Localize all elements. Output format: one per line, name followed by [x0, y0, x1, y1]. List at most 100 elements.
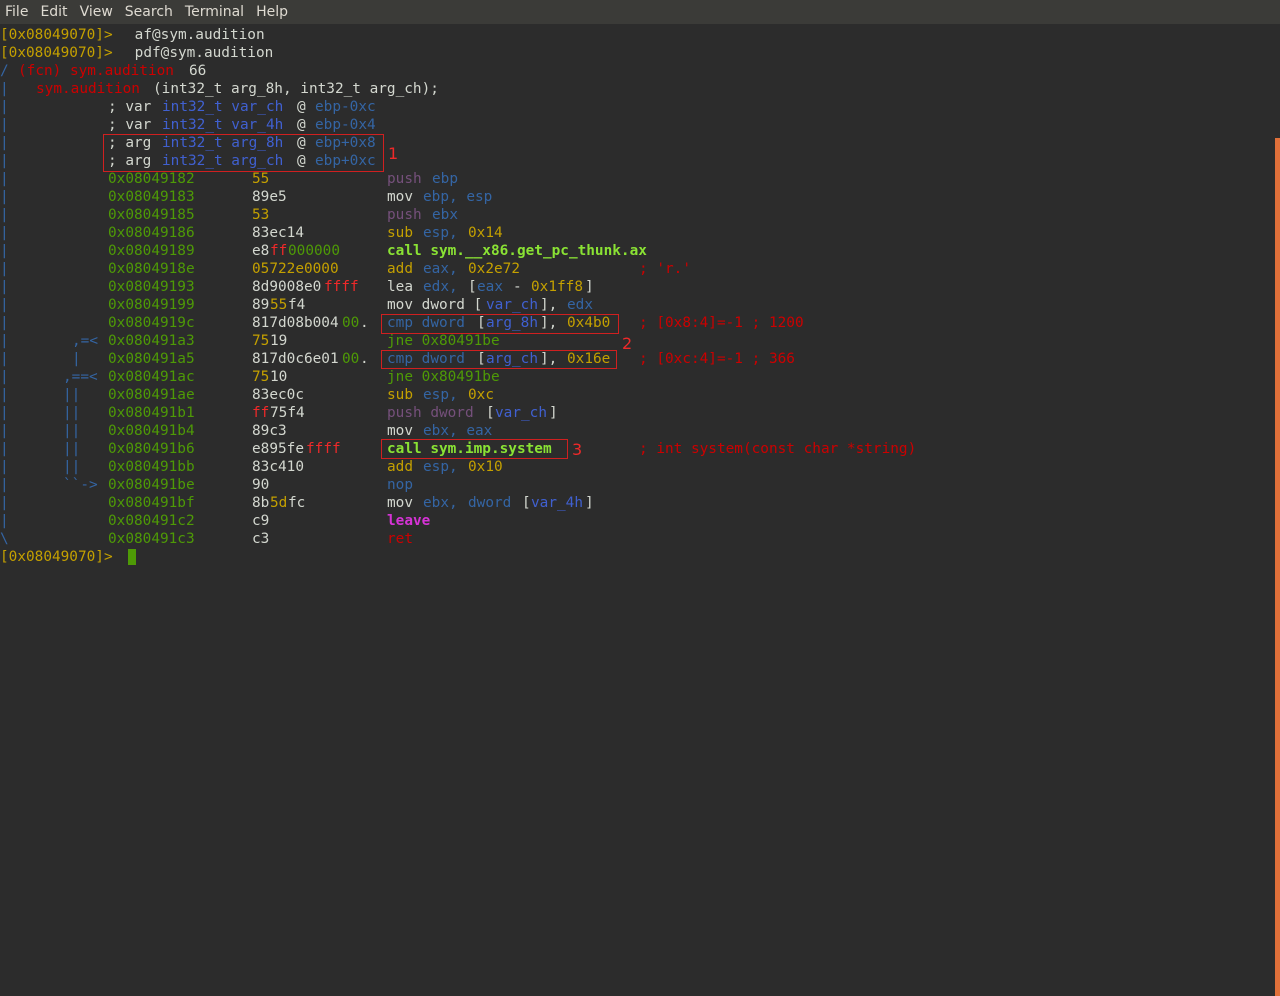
terminal-text-fg: 817d0c6e01 — [252, 351, 339, 367]
terminal-text-blue: eax, — [423, 261, 458, 277]
terminal-text-addr: 0x08049186 — [108, 225, 195, 241]
terminal-text-fg: 89c3 — [252, 423, 287, 439]
terminal-text-fg: mov dword [ — [387, 297, 483, 313]
terminal-line: | 0x0804919c 817d08b004 00. cmp dword[arg_8h… — [0, 314, 1274, 332]
terminal-text-bytes-00: 00 — [342, 351, 360, 367]
terminal-text-yellow: 53 — [252, 207, 270, 223]
terminal-text-bar: / — [0, 63, 9, 79]
menu-help[interactable]: Help — [250, 0, 294, 24]
terminal-text-comment: ; [0x8:4]=-1 ; 1200 — [639, 315, 804, 331]
terminal-text-bright-blue: int32_t var_4h — [162, 117, 284, 133]
terminal-text-fg: pdf@sym.audition — [126, 45, 274, 61]
terminal-text-bar: | — [0, 297, 9, 313]
terminal-line: [0x08049070]> pdf@sym.audition — [0, 44, 1274, 62]
terminal-text-blue: ebp — [432, 171, 458, 187]
terminal-text-blue: esp, — [423, 459, 458, 475]
terminal-text-yellow: 0xc — [468, 387, 494, 403]
terminal-text-bar: | — [0, 189, 9, 205]
terminal-text-bar: | — [0, 207, 9, 223]
terminal-text-addr: 0x080491bf — [108, 495, 195, 511]
terminal-text-addr: jne 0x80491be — [387, 333, 500, 349]
terminal-text-flow: || — [63, 405, 81, 421]
terminal-text-comment: ; [0xc:4]=-1 ; 366 — [639, 351, 795, 367]
menu-bar: File Edit View Search Terminal Help — [0, 0, 1280, 24]
terminal-text-bar: | — [0, 333, 9, 349]
menu-edit[interactable]: Edit — [34, 0, 73, 24]
terminal-text-fg: [ — [522, 495, 531, 511]
terminal-text-yellow: 0x10 — [468, 459, 503, 475]
menu-terminal[interactable]: Terminal — [179, 0, 250, 24]
terminal-text-fg: 66 — [189, 63, 207, 79]
terminal-text-bar: | — [0, 477, 9, 493]
terminal-text-bar: | — [0, 441, 9, 457]
terminal-line: | 0x080491bf 8b 5d fc mov ebx, dword [var_4h] — [0, 494, 1274, 512]
terminal-cursor — [128, 549, 136, 565]
terminal-text-flow: ``-> — [63, 477, 98, 493]
terminal-text-bar: | — [0, 135, 9, 151]
terminal-text-fg: ] — [549, 405, 558, 421]
terminal-text-addr: 0x080491c2 — [108, 513, 195, 529]
terminal-line: | 0x08049186 83ec14 sub esp, 0x14 — [0, 224, 1274, 242]
terminal-text-func: ret — [387, 531, 413, 547]
terminal-text-addr: 0x080491bb — [108, 459, 195, 475]
terminal-text-yellow: 75 — [252, 369, 270, 385]
terminal-text-bar: | — [0, 459, 9, 475]
terminal-line: | ``-> 0x080491be 90 nop — [0, 476, 1274, 494]
terminal-text-flow: ,=< — [72, 333, 98, 349]
terminal-text-prompt: [0x08049070]> — [0, 45, 113, 61]
terminal-text-fg: e8 — [252, 243, 270, 259]
terminal-text-addr: 0x08049193 — [108, 279, 195, 295]
terminal-text-yellow: 0x2e72 — [468, 261, 520, 277]
terminal-text-fg: c9 — [252, 513, 270, 529]
terminal-text-bytes-ff: ff — [252, 405, 270, 421]
annotation-box-3 — [381, 439, 568, 459]
terminal-line: | ; var int32_t var_4h @ ebp-0x4 — [0, 116, 1274, 134]
terminal-text-blue: nop — [387, 477, 413, 493]
terminal-text-bright-blue: var_ch — [486, 297, 538, 313]
terminal-text-bar: | — [0, 225, 9, 241]
terminal-text-blue: ebx, — [423, 495, 458, 511]
terminal-text-fg: [ — [486, 405, 495, 421]
terminal-text-addr: 0x080491b6 — [108, 441, 195, 457]
terminal-text-blue: eax — [477, 279, 503, 295]
menu-file[interactable]: File — [0, 0, 34, 24]
terminal-text-purple: push — [387, 207, 422, 223]
terminal-text-bytes-00: 000000 — [288, 243, 340, 259]
menu-search[interactable]: Search — [119, 0, 179, 24]
terminal-text-addr: 0x080491b4 — [108, 423, 195, 439]
terminal-text-bar: | — [0, 315, 9, 331]
terminal-text-yellow: 0x1ff8 — [531, 279, 583, 295]
terminal-text-flow: || — [63, 423, 81, 439]
scrollbar-thumb[interactable] — [1275, 138, 1280, 996]
terminal-text-addr: 0x0804918e — [108, 261, 195, 277]
terminal-text-yellow: 55 — [270, 297, 288, 313]
annotation-box-2b — [381, 350, 617, 369]
menu-view[interactable]: View — [74, 0, 119, 24]
terminal-text-fg: 8b — [252, 495, 270, 511]
terminal-line: | 0x08049185 53 push ebx — [0, 206, 1274, 224]
terminal-text-bar: | — [0, 405, 9, 421]
terminal-line: | || 0x080491ae 83ec0c sub esp, 0xc — [0, 386, 1274, 404]
terminal-text-blue: dword — [468, 495, 512, 511]
terminal-text-yellow: 55 — [252, 171, 270, 187]
terminal-text-bright-blue: int32_t var_ch — [162, 99, 284, 115]
terminal-line: | 0x080491c2 c9 leave — [0, 512, 1274, 530]
terminal-line: / (fcn) sym.audition 66 — [0, 62, 1274, 80]
terminal-text-fg: af@sym.audition — [126, 27, 265, 43]
terminal-text-bright-green: call sym.__x86.get_pc_thunk.ax — [387, 243, 647, 259]
terminal-text-addr: 0x080491a3 — [108, 333, 195, 349]
terminal-text-bright-blue: var_ch — [495, 405, 547, 421]
terminal-text-addr: 0x080491a5 — [108, 351, 195, 367]
terminal-text-bytes-ff: ffff — [324, 279, 359, 295]
terminal-text-bar: | — [0, 261, 9, 277]
terminal-line: [0x08049070]> — [0, 548, 1274, 566]
terminal-text-fg: @ — [297, 117, 306, 133]
terminal-text-flow: || — [63, 459, 81, 475]
terminal-text-comment: ; 'r.' — [639, 261, 691, 277]
terminal-text-fg: 817d08b004 — [252, 315, 339, 331]
terminal-text-yellow: sub — [387, 387, 413, 403]
terminal-text-addr: 0x080491ac — [108, 369, 195, 385]
terminal-text-addr: 0x080491c3 — [108, 531, 195, 547]
terminal-text-fg: 83c410 — [252, 459, 304, 475]
terminal-text-flow: || — [63, 441, 81, 457]
